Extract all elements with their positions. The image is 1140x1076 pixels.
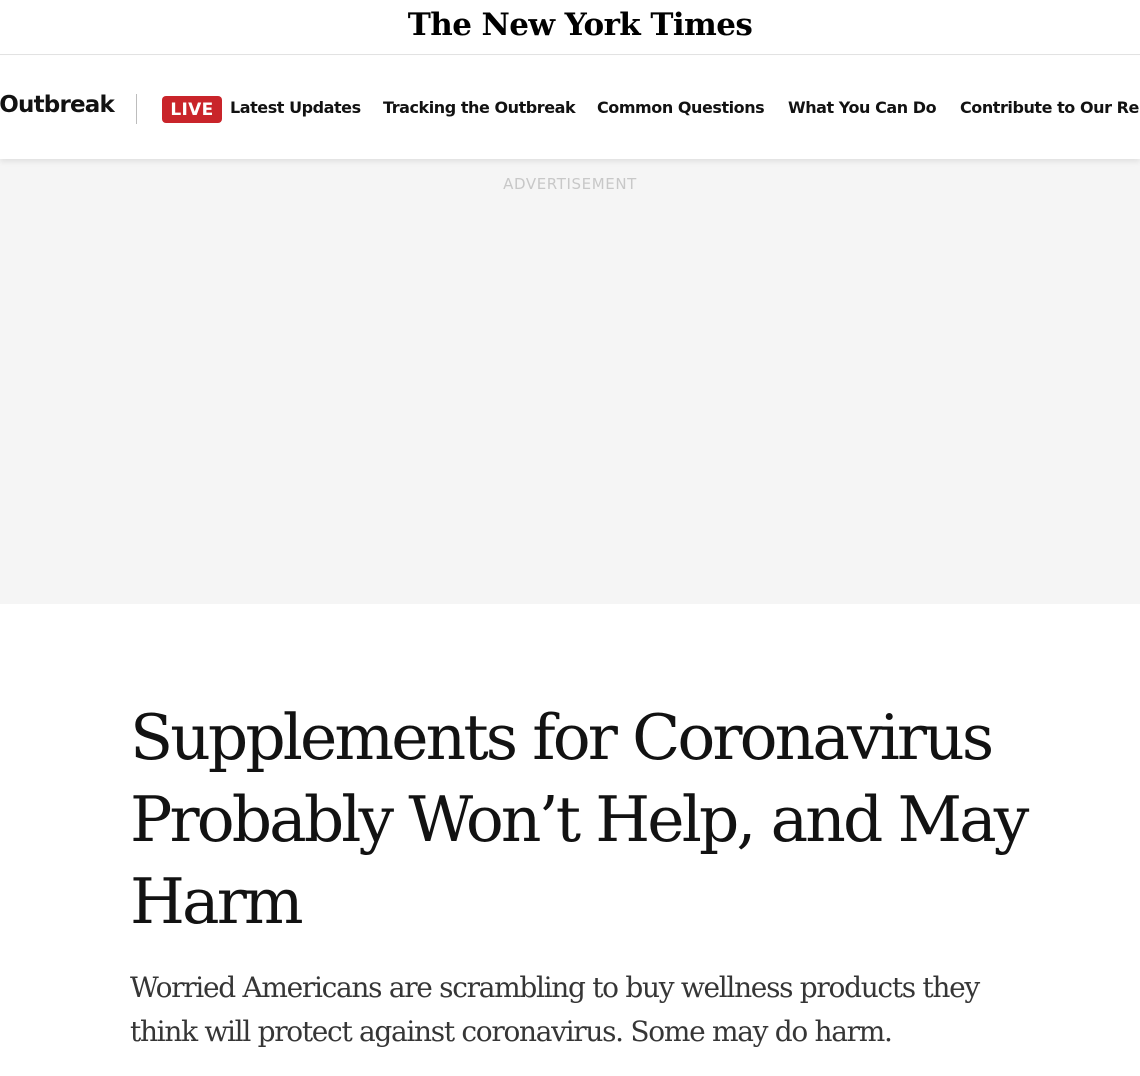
article-summary: Worried Americans are scrambling to buy …: [130, 971, 980, 1048]
nav-link-tracking-the-outbreak[interactable]: Tracking the Outbreak: [383, 98, 576, 117]
nav-link-latest-updates[interactable]: Latest Updates: [230, 98, 361, 117]
article-headline: Supplements for Coronavirus Probably Won…: [130, 701, 1029, 938]
masthead: The New York Times: [0, 0, 1140, 55]
nav-link-common-questions[interactable]: Common Questions: [597, 98, 765, 117]
nav-divider: [136, 94, 137, 124]
section-nav: Coronavirus Outbreak LIVE Latest Updates…: [0, 56, 1140, 159]
nav-link-contribute-to-our-reporting[interactable]: Contribute to Our Reporting: [960, 98, 1140, 117]
nav-link-what-you-can-do[interactable]: What You Can Do: [788, 98, 937, 117]
advertisement-label: ADVERTISEMENT: [503, 175, 637, 193]
advertisement-area: ADVERTISEMENT: [0, 159, 1140, 604]
nyt-logo[interactable]: The New York Times: [408, 7, 753, 43]
live-badge[interactable]: LIVE: [162, 96, 222, 123]
section-title-link[interactable]: Coronavirus Outbreak: [0, 92, 115, 118]
